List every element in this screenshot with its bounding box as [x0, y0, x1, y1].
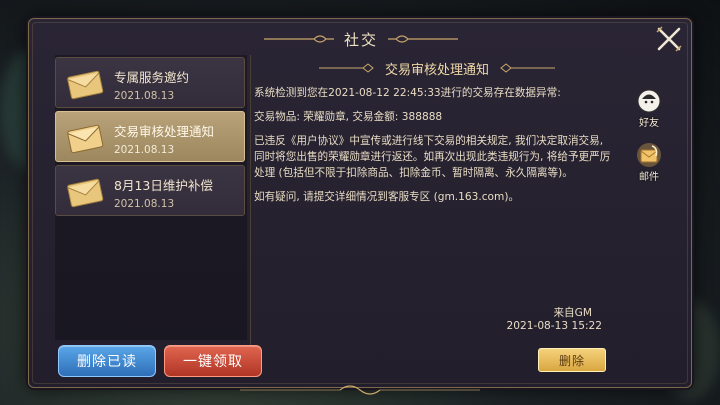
tab-label: 好友 [639, 118, 659, 129]
mail-date: 2021.08.13 [114, 144, 175, 156]
mail-paragraph: 交易物品: 荣耀勋章, 交易金额: 388888 [254, 111, 443, 123]
mail-feather-icon [637, 143, 661, 167]
envelope-icon [67, 70, 104, 100]
title-ornament-left [263, 35, 334, 43]
mail-date: 2021.08.13 [114, 198, 175, 210]
mail-item-service-invite[interactable]: 专属服务邀约 2021.08.13 [55, 57, 245, 108]
title-bar: 社交 [229, 25, 493, 53]
friend-avatar-icon [637, 89, 661, 113]
claim-all-button[interactable]: 一键领取 [164, 345, 262, 377]
mail-body: 系统检测到您在2021-08-12 22:45:33进行的交易存在数据异常: 交… [254, 85, 614, 213]
header-ornament-left [318, 63, 374, 73]
mail-item-maintenance-compensation[interactable]: 8月13日维护补偿 2021.08.13 [55, 165, 245, 216]
delete-read-button[interactable]: 删除已读 [58, 345, 156, 377]
mail-paragraph: 系统检测到您在2021-08-12 22:45:33进行的交易存在数据异常: [254, 87, 561, 99]
window-title: 社交 [343, 30, 378, 49]
mail-detail: 交易审核处理通知 系统检测到您在2021-08-12 22:45:33进行的交易… [252, 55, 622, 345]
mail-title: 8月13日维护补偿 [114, 178, 213, 193]
mail-date: 2021.08.13 [114, 90, 175, 102]
header-ornament-right [500, 63, 555, 73]
mail-detail-header: 交易审核处理通知 [252, 55, 622, 81]
mail-list: 专属服务邀约 2021.08.13 交易审核处理通知 2021.08.13 8月… [55, 55, 247, 340]
envelope-icon [67, 124, 104, 154]
close-icon [656, 26, 682, 52]
envelope-icon [67, 178, 104, 208]
mail-paragraph: 已违反《用户协议》中宣传或进行线下交易的相关规定, 我们决定取消交易, 同时将您… [254, 135, 611, 179]
mail-detail-title: 交易审核处理通知 [384, 62, 489, 78]
mail-paragraph: 如有疑问, 请提交详细情况到客服专区 (gm.163.com)。 [254, 191, 520, 203]
title-ornament-right [388, 35, 458, 43]
tab-label: 邮件 [639, 172, 659, 183]
close-button[interactable] [654, 24, 684, 54]
mail-title: 交易审核处理通知 [114, 124, 215, 139]
tab-mail[interactable]: 邮件 [630, 142, 668, 186]
delete-button[interactable]: 删除 [538, 348, 606, 372]
divider [250, 55, 251, 345]
mail-sender: 来自GM [553, 307, 592, 319]
mail-item-trade-review[interactable]: 交易审核处理通知 2021.08.13 [55, 111, 245, 162]
bottom-ornament [240, 385, 480, 395]
tab-friends[interactable]: 好友 [630, 88, 668, 132]
mail-title: 专属服务邀约 [114, 70, 190, 85]
mail-time: 2021-08-13 15:22 [506, 320, 602, 332]
